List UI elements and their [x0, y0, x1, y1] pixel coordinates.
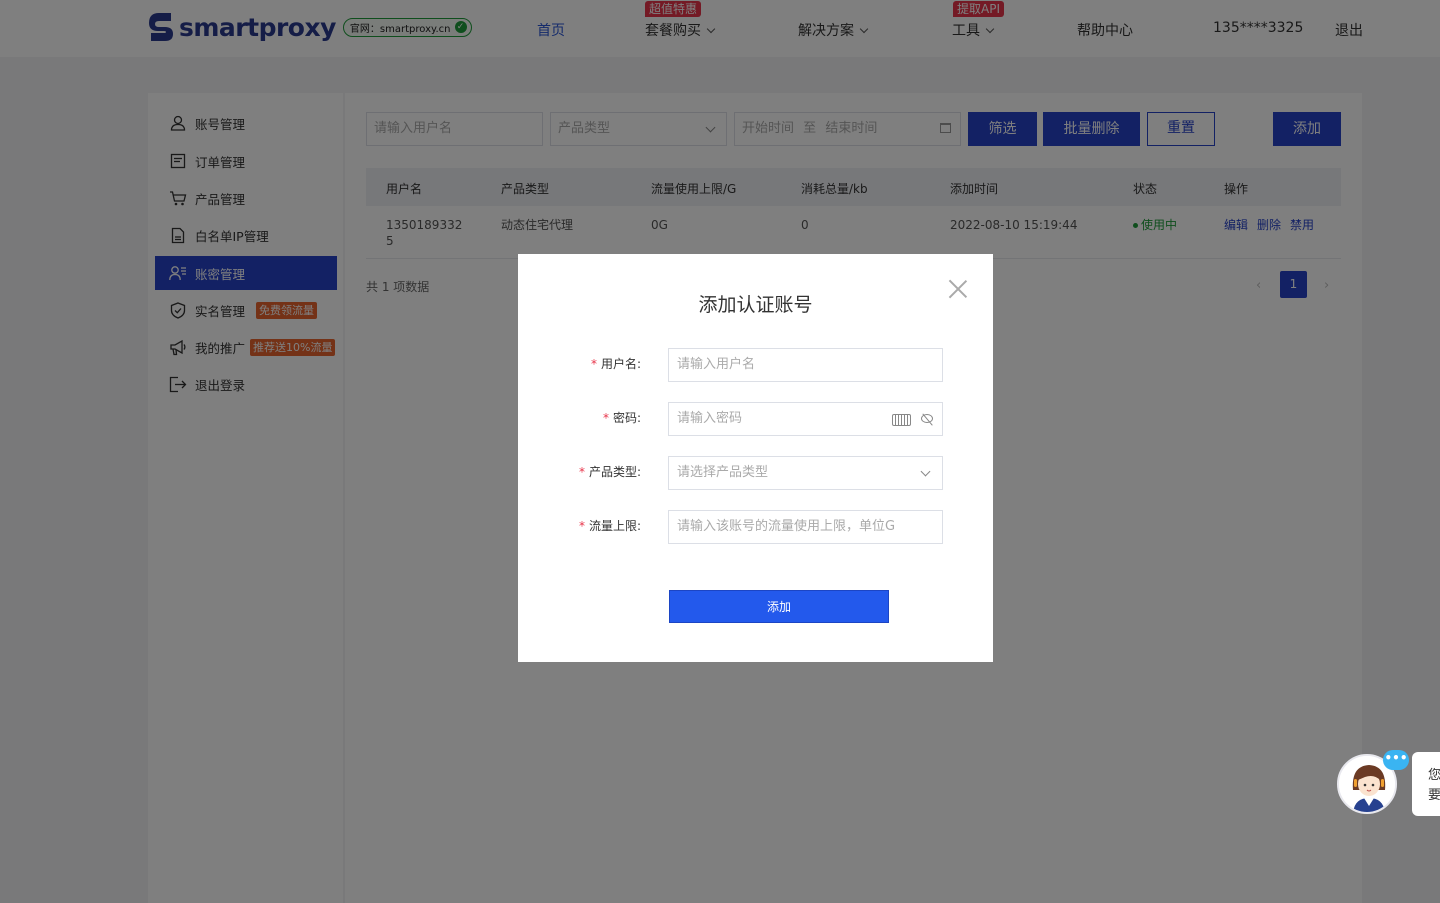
traffic-limit-input[interactable]: 请输入该账号的流量使用上限，单位G	[668, 510, 943, 544]
required-asterisk: *	[590, 357, 597, 371]
required-asterisk: *	[602, 411, 609, 425]
chat-bubble[interactable]: 您 要	[1412, 752, 1440, 816]
chat-bubble-line1: 您	[1428, 768, 1440, 783]
password-placeholder: 请输入密码	[677, 411, 743, 426]
traffic-limit-label: * 流量上限:	[579, 517, 641, 534]
close-icon[interactable]	[948, 279, 968, 299]
password-input[interactable]: 请输入密码	[668, 402, 943, 436]
chevron-down-icon	[920, 466, 931, 477]
chat-typing-indicator: •••	[1383, 750, 1409, 770]
product-type-label-text: 产品类型:	[588, 465, 641, 479]
required-asterisk: *	[578, 465, 585, 479]
keyboard-icon[interactable]	[892, 414, 911, 426]
modal-title: 添加认证账号	[698, 294, 813, 316]
modal-add-button[interactable]: 添加	[669, 590, 889, 623]
traffic-limit-label-text: 流量上限:	[588, 519, 641, 533]
eye-off-icon[interactable]	[921, 414, 933, 423]
add-account-modal: 添加认证账号 * 用户名: 请输入用户名 * 密码: 请输入密码 * 产品类型: 请选…	[518, 254, 993, 662]
username-label: * 用户名:	[591, 355, 641, 372]
password-label: * 密码:	[603, 409, 641, 426]
product-type-select-placeholder: 请选择产品类型	[677, 465, 769, 480]
product-type-label: * 产品类型:	[579, 463, 641, 480]
username-label-text: 用户名:	[600, 357, 641, 371]
username-input[interactable]: 请输入用户名	[668, 348, 943, 382]
chat-bubble-line2: 要	[1428, 788, 1440, 803]
password-label-text: 密码:	[612, 411, 641, 425]
product-type-select-modal[interactable]: 请选择产品类型	[668, 456, 943, 490]
required-asterisk: *	[578, 519, 585, 533]
